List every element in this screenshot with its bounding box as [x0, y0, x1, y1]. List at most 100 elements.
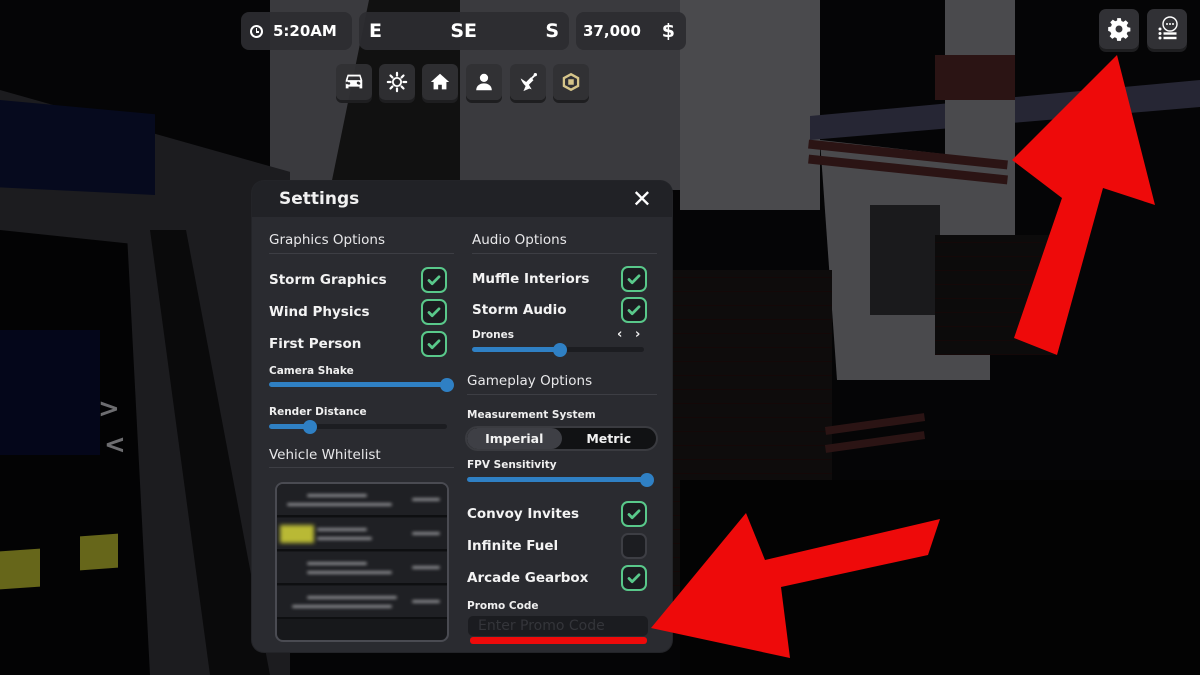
divider: [269, 253, 454, 254]
robux-icon: [562, 72, 580, 92]
whitelist-item[interactable]: [277, 552, 447, 585]
camera-shake-label: Camera Shake: [269, 365, 354, 377]
fpv-sensitivity-slider[interactable]: [467, 472, 654, 487]
graphics-options-heading: Graphics Options: [269, 232, 385, 248]
drones-prev-button[interactable]: ‹: [617, 327, 622, 342]
checkmark-icon: [427, 307, 441, 318]
storm-audio-label: Storm Audio: [472, 302, 567, 318]
slider-handle[interactable]: [552, 342, 567, 357]
sun-icon: [386, 71, 408, 93]
chevron-right-icon[interactable]: >: [98, 396, 120, 422]
chat-list-icon: [1158, 16, 1178, 40]
wind-physics-checkbox[interactable]: [421, 299, 447, 325]
car-icon: [345, 74, 363, 89]
weather-menu-button[interactable]: [379, 64, 415, 100]
compass-heading: S: [545, 20, 559, 42]
chevron-left-icon[interactable]: <: [104, 432, 126, 458]
bg-pillar-stripe: [935, 55, 1015, 100]
storm-graphics-checkbox[interactable]: [421, 267, 447, 293]
bg-screen-display: [0, 330, 100, 455]
vehicle-whitelist-heading: Vehicle Whitelist: [269, 447, 381, 463]
bg-yellow-light: [80, 533, 118, 571]
arcade-gearbox-checkbox[interactable]: [621, 565, 647, 591]
checkmark-icon: [627, 305, 641, 316]
vehicle-whitelist-list[interactable]: [275, 482, 449, 642]
bg-yellow-light: [0, 548, 40, 590]
bg-sign: [0, 100, 155, 195]
drones-next-button[interactable]: ›: [635, 327, 640, 342]
slider-handle[interactable]: [302, 419, 317, 434]
fpv-sensitivity-label: FPV Sensitivity: [467, 459, 557, 471]
first-person-checkbox[interactable]: [421, 331, 447, 357]
measurement-system-label: Measurement System: [467, 409, 596, 421]
money-amount: 37,000: [583, 22, 641, 40]
bg-brick-wall: [935, 235, 1055, 355]
checkmark-icon: [627, 573, 641, 584]
divider: [467, 394, 657, 395]
checkmark-icon: [427, 275, 441, 286]
render-distance-label: Render Distance: [269, 406, 367, 418]
convoy-invites-checkbox[interactable]: [621, 501, 647, 527]
infinite-fuel-checkbox[interactable]: [621, 533, 647, 559]
bg-stripe: [824, 413, 926, 435]
drones-slider[interactable]: [472, 342, 644, 357]
slider-handle[interactable]: [440, 377, 454, 392]
slider-fill: [472, 347, 560, 352]
measurement-system-toggle[interactable]: Imperial Metric: [465, 426, 658, 451]
player-menu-button[interactable]: [466, 64, 502, 100]
slider-fill: [467, 477, 647, 482]
bg-pump-panel: [870, 205, 940, 315]
annotation-highlight-bar: [470, 637, 647, 644]
money-display[interactable]: 37,000 $: [576, 12, 686, 50]
dollar-icon: $: [661, 20, 675, 42]
slider-fill: [269, 382, 447, 387]
bg-building: [680, 0, 820, 210]
settings-gear-icon: [1108, 18, 1131, 41]
vehicle-menu-button[interactable]: [336, 64, 372, 100]
camera-shake-slider[interactable]: [269, 377, 454, 392]
audio-options-heading: Audio Options: [472, 232, 567, 248]
arcade-gearbox-label: Arcade Gearbox: [467, 570, 589, 586]
bg-stripe: [824, 431, 926, 453]
whitelist-item[interactable]: [277, 484, 447, 517]
promo-code-label: Promo Code: [467, 600, 539, 612]
settings-panel: Settings ✕ Graphics Options Storm Graphi…: [252, 181, 672, 652]
slider-handle[interactable]: [640, 472, 654, 487]
clock-icon: [250, 24, 263, 38]
bg-floor: [680, 480, 1200, 675]
infinite-fuel-label: Infinite Fuel: [467, 538, 559, 554]
home-icon: [430, 73, 450, 90]
whitelist-item[interactable]: [277, 586, 447, 619]
checkmark-icon: [427, 339, 441, 350]
whitelist-item[interactable]: [277, 518, 447, 551]
settings-title: Settings: [279, 189, 360, 209]
compass-bar: E SE S: [359, 12, 569, 50]
divider: [472, 253, 657, 254]
wind-physics-label: Wind Physics: [269, 304, 370, 320]
home-menu-button[interactable]: [422, 64, 458, 100]
muffle-interiors-checkbox[interactable]: [621, 266, 647, 292]
radar-menu-button[interactable]: [510, 64, 546, 100]
settings-button[interactable]: [1099, 9, 1139, 49]
render-distance-slider[interactable]: [269, 419, 447, 434]
promo-code-input[interactable]: [468, 616, 648, 636]
storm-audio-checkbox[interactable]: [621, 297, 647, 323]
convoy-invites-label: Convoy Invites: [467, 506, 580, 522]
muffle-interiors-label: Muffle Interiors: [472, 271, 590, 287]
checkmark-icon: [627, 509, 641, 520]
compass-heading: E: [369, 20, 382, 42]
first-person-label: First Person: [269, 336, 362, 352]
clock-time: 5:20AM: [273, 22, 337, 40]
drones-label: Drones: [472, 329, 514, 341]
robux-shop-button[interactable]: [553, 64, 589, 100]
divider: [269, 467, 454, 468]
clock-display: 5:20AM: [241, 12, 352, 50]
checkmark-icon: [627, 274, 641, 285]
storm-graphics-label: Storm Graphics: [269, 272, 387, 288]
chat-menu-button[interactable]: [1147, 9, 1187, 49]
compass-heading: SE: [450, 20, 477, 42]
imperial-option[interactable]: Imperial: [467, 428, 562, 449]
close-icon[interactable]: ✕: [632, 187, 652, 211]
person-icon: [476, 73, 492, 91]
metric-option[interactable]: Metric: [562, 428, 657, 449]
